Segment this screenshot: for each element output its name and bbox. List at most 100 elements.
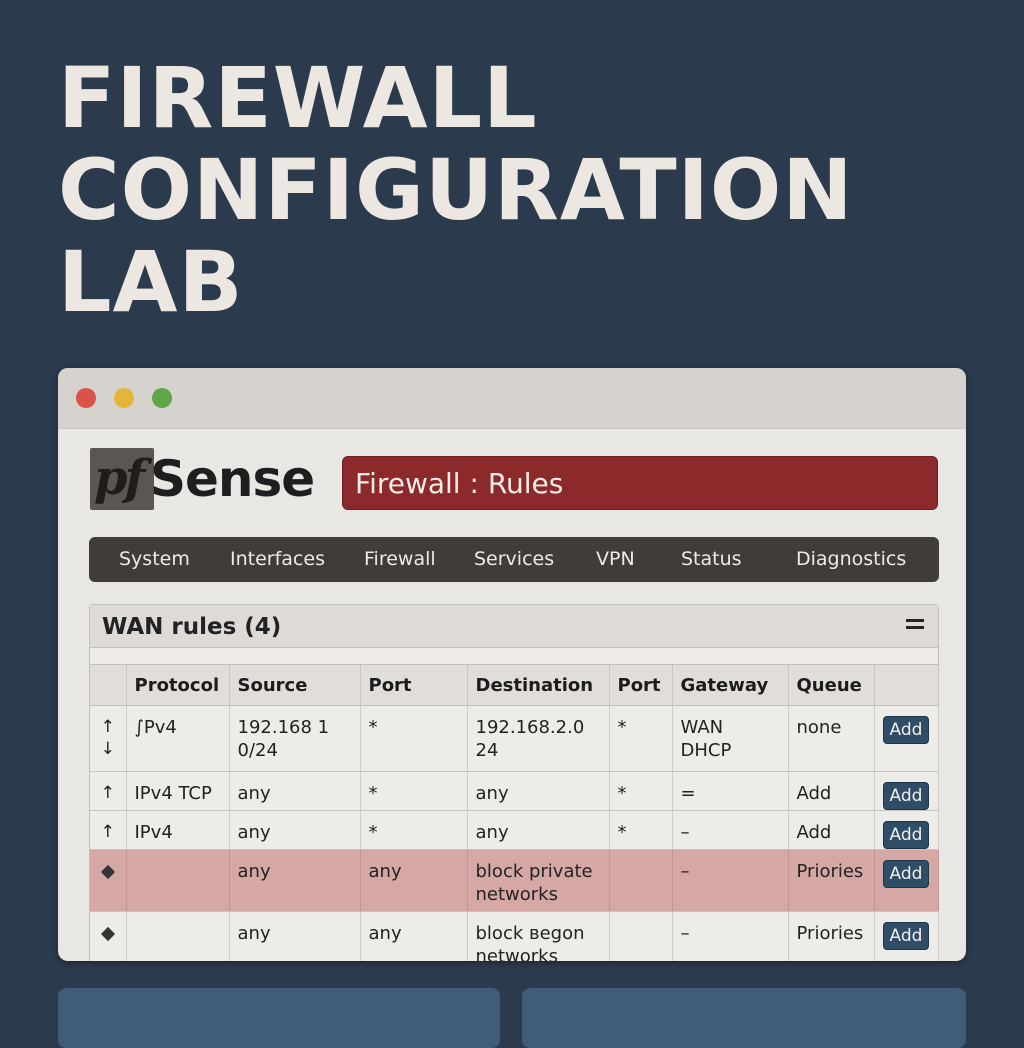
nav-item-services[interactable]: Services [474, 537, 554, 582]
row-action-cell: Add [874, 810, 939, 850]
add-rule-button[interactable]: Add [882, 821, 930, 849]
nav-item-vpn[interactable]: VPN [596, 537, 635, 582]
cell-source: any [229, 810, 361, 850]
cell-gateway: = [672, 771, 789, 811]
table-header-row: Protocol Source Port Destination Port Ga… [90, 665, 939, 706]
column-header-gateway[interactable]: Gateway [672, 665, 789, 706]
logo-mark-text: pf [94, 450, 145, 506]
hamburger-menu-icon[interactable] [906, 619, 924, 633]
row-action-cell: Add [874, 849, 939, 912]
table-row[interactable]: ↑ ↓ ∫Pv4 192.168 1 0/24 * 192.168.2.0 24 * WAN … [90, 705, 939, 772]
hero-title-line: FIREWALL [58, 49, 538, 147]
row-action-cell: Add [874, 705, 939, 772]
cell-protocol: IPv4 TCP [126, 771, 230, 811]
row-order-control[interactable] [90, 911, 127, 961]
row-order-control[interactable]: ↑ ↓ [90, 705, 127, 772]
column-header-protocol[interactable]: Protocol [126, 665, 230, 706]
cell-port: any [360, 911, 468, 961]
cell-dest-port [609, 911, 673, 961]
add-rule-button[interactable]: Add [882, 922, 930, 950]
cell-dest-port: * [609, 705, 673, 772]
cell-dest-port: * [609, 771, 673, 811]
add-rule-button[interactable]: Add [882, 860, 930, 888]
arrow-up-icon[interactable]: ↑ [98, 821, 118, 843]
rules-table: Protocol Source Port Destination Port Ga… [90, 665, 939, 961]
table-row[interactable]: any any block private networks – Priories Add [90, 849, 939, 912]
cell-port: any [360, 849, 468, 912]
diamond-icon[interactable] [100, 926, 115, 942]
cell-protocol [126, 849, 230, 912]
cell-protocol: IPv4 [126, 810, 230, 850]
maximize-window-button[interactable] [152, 388, 172, 408]
nav-item-interfaces[interactable]: Interfaces [230, 537, 325, 582]
cell-port: * [360, 705, 468, 772]
table-row[interactable]: ↑ IPv4 any * any * – Add Add [90, 810, 939, 850]
cell-source: any [229, 771, 361, 811]
main-navbar: System Interfaces Firewall Services VPN … [89, 537, 939, 582]
column-header [90, 665, 127, 706]
logo-text: Sense [150, 450, 315, 508]
cell-source: any [229, 849, 361, 912]
cell-protocol [126, 911, 230, 961]
arrow-down-icon[interactable]: ↓ [98, 738, 118, 760]
diamond-icon[interactable] [100, 864, 115, 880]
cell-queue: Priories [788, 911, 875, 961]
arrow-up-icon[interactable]: ↑ [98, 782, 118, 804]
cell-queue: Add [788, 810, 875, 850]
cell-queue: Priories [788, 849, 875, 912]
bottom-card-left[interactable] [58, 988, 500, 1048]
cell-destination: 192.168.2.0 24 [467, 705, 610, 772]
hero-title-line: LAB [58, 233, 244, 331]
table-row[interactable]: ↑ IPv4 TCP any * any * = Add Add [90, 771, 939, 811]
column-header-source[interactable]: Source [229, 665, 361, 706]
cell-gateway: – [672, 810, 789, 850]
browser-window: pf Sense Firewall : Rules System Interfa… [58, 368, 966, 961]
panel-header: WAN rules (4) [90, 605, 938, 648]
table-row[interactable]: any any block вegon networks – Priories Add [90, 911, 939, 961]
cell-port: * [360, 771, 468, 811]
nav-item-firewall[interactable]: Firewall [364, 537, 436, 582]
cell-source: any [229, 911, 361, 961]
arrow-up-icon[interactable]: ↑ [98, 716, 118, 738]
row-order-control[interactable]: ↑ [90, 771, 127, 811]
column-header-destination[interactable]: Destination [467, 665, 610, 706]
column-header-dest-port[interactable]: Port [609, 665, 673, 706]
cell-dest-port: * [609, 810, 673, 850]
logo-mark: pf [90, 448, 154, 510]
column-header [874, 665, 939, 706]
column-header-queue[interactable]: Queue [788, 665, 875, 706]
pfsense-logo[interactable]: pf Sense [90, 448, 320, 512]
nav-item-diagnostics[interactable]: Diagnostics [796, 537, 906, 582]
window-titlebar [58, 368, 966, 429]
nav-item-status[interactable]: Status [681, 537, 742, 582]
cell-destination: block private networks [467, 849, 610, 912]
add-rule-button[interactable]: Add [882, 782, 930, 810]
cell-port: * [360, 810, 468, 850]
cell-destination: any [467, 810, 610, 850]
column-header-port[interactable]: Port [360, 665, 468, 706]
cell-destination: block вegon networks [467, 911, 610, 961]
cell-dest-port [609, 849, 673, 912]
cell-destination: any [467, 771, 610, 811]
row-order-control[interactable]: ↑ [90, 810, 127, 850]
hero-title: FIREWALL CONFIGURATION LAB [58, 52, 854, 328]
cell-gateway: WAN DHCP [672, 705, 789, 772]
panel-spacer [90, 648, 938, 665]
cell-source: 192.168 1 0/24 [229, 705, 361, 772]
add-rule-button[interactable]: Add [882, 716, 930, 744]
cell-protocol: ∫Pv4 [126, 705, 230, 772]
cell-gateway: – [672, 911, 789, 961]
row-action-cell: Add [874, 771, 939, 811]
cell-gateway: – [672, 849, 789, 912]
close-window-button[interactable] [76, 388, 96, 408]
page-title: Firewall : Rules [342, 456, 938, 510]
row-order-control[interactable] [90, 849, 127, 912]
bottom-card-right[interactable] [522, 988, 966, 1048]
nav-item-system[interactable]: System [119, 537, 190, 582]
panel-title: WAN rules (4) [102, 614, 282, 640]
row-action-cell: Add [874, 911, 939, 961]
hero-title-line: CONFIGURATION [58, 141, 854, 239]
cell-queue: Add [788, 771, 875, 811]
cell-queue: none [788, 705, 875, 772]
minimize-window-button[interactable] [114, 388, 134, 408]
